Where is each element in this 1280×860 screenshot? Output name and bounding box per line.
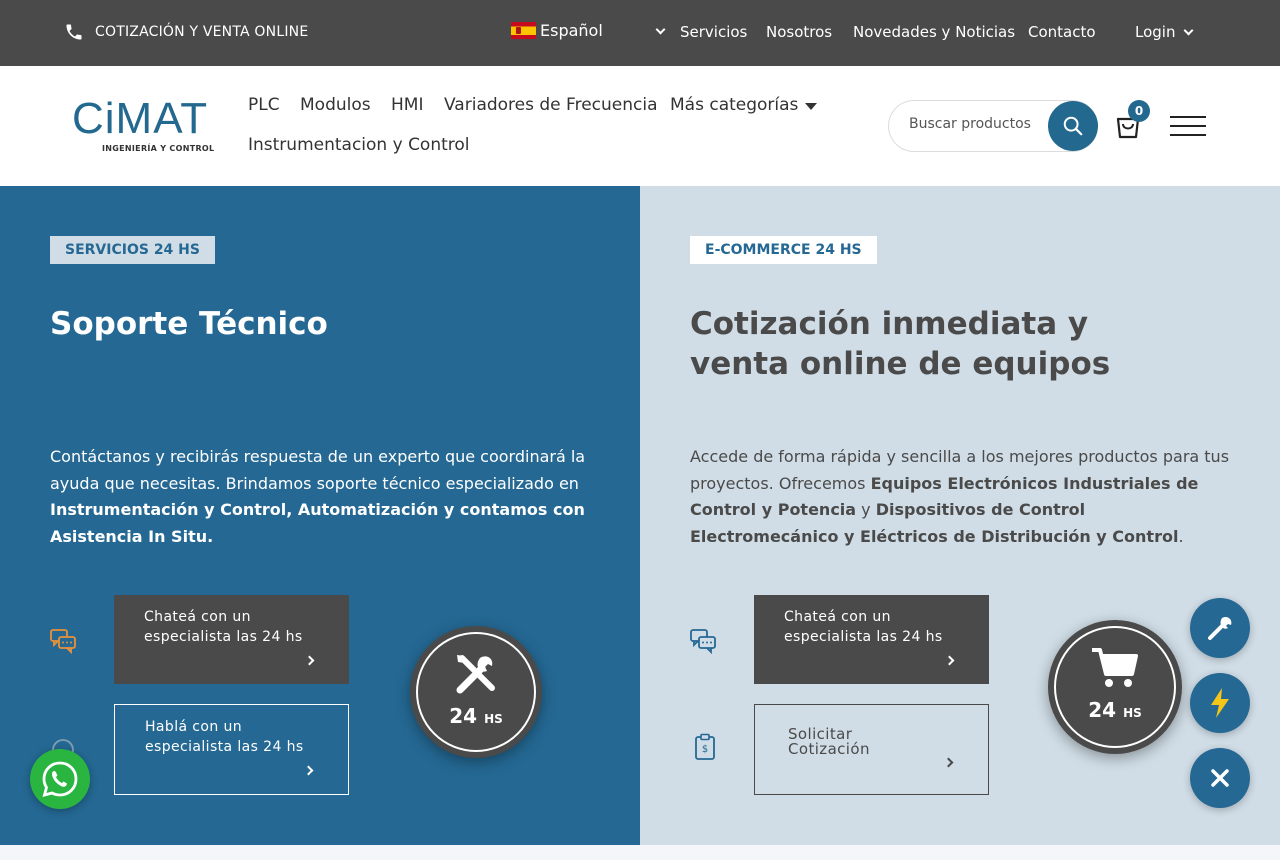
shopping-cart-icon [1092, 648, 1138, 687]
chevron-down-icon[interactable] [655, 24, 666, 35]
call-specialist-button[interactable]: Hablá con un especialista las 24 hs [114, 704, 349, 795]
clock-24hs-badge: 24 HS [410, 626, 542, 758]
login-link[interactable]: Login [1135, 23, 1175, 41]
hamburger-menu-icon[interactable] [1170, 116, 1206, 138]
nav-plc[interactable]: PLC [248, 95, 280, 115]
chat-specialist-button[interactable]: Chateá con un especialista las 24 hs [754, 595, 989, 684]
search-button[interactable] [1048, 101, 1098, 151]
bottom-strip [0, 845, 1280, 860]
svg-text:$: $ [702, 744, 708, 755]
chat-bubbles-icon [690, 629, 716, 654]
search-input[interactable] [909, 116, 1044, 132]
whatsapp-icon [42, 761, 78, 797]
chat-specialist-button[interactable]: Chateá con un especialista las 24 hs [114, 595, 349, 684]
caret-down-icon[interactable] [805, 103, 817, 111]
search-icon [1063, 116, 1083, 136]
language-label: Español [540, 21, 603, 40]
support-fab-button[interactable] [1190, 598, 1250, 658]
close-fab-button[interactable] [1190, 748, 1250, 808]
logo[interactable]: CiMAT INGENIERÍA Y CONTROL [72, 94, 222, 158]
topnav-novedades[interactable]: Novedades y Noticias [853, 23, 1015, 41]
phone-icon [66, 24, 82, 40]
ecommerce-description: Accede de forma rápida y sencilla a los … [690, 447, 1230, 546]
support-description: Contáctanos y recibirás respuesta de un … [50, 447, 586, 546]
login-chevron-icon[interactable] [1183, 25, 1194, 36]
logo-wordmark: CiMAT [72, 94, 209, 143]
topnav-contacto[interactable]: Contacto [1028, 23, 1096, 41]
ecommerce-title: Cotización inmediata y venta online de eq… [690, 306, 1111, 382]
close-icon [1211, 769, 1229, 787]
quick-action-fab-button[interactable] [1190, 673, 1250, 733]
clock-24hs-badge: 24 HS [1048, 620, 1182, 754]
chat-bubbles-icon [50, 629, 76, 654]
spain-flag-icon [511, 22, 536, 39]
clock-label: 24 HS [1088, 698, 1142, 722]
nav-instrumentacion[interactable]: Instrumentacion y Control [248, 135, 470, 155]
top-bar: COTIZACIÓN Y VENTA ONLINE Español Servic… [0, 0, 1280, 66]
tools-icon [456, 655, 495, 694]
topnav-nosotros[interactable]: Nosotros [766, 23, 832, 41]
cart-count-badge: 0 [1128, 100, 1150, 122]
nav-variadores[interactable]: Variadores de Frecuencia [444, 95, 658, 115]
topnav-servicios[interactable]: Servicios [680, 23, 747, 41]
lightning-icon [1211, 688, 1229, 718]
logo-tagline: INGENIERÍA Y CONTROL [102, 144, 215, 153]
ecommerce-tag: E-COMMERCE 24 HS [690, 236, 877, 264]
whatsapp-button[interactable] [30, 749, 90, 809]
ecommerce-panel: E-COMMERCE 24 HS Cotización inmediata yv… [640, 186, 1280, 845]
quote-online-link[interactable]: COTIZACIÓN Y VENTA ONLINE [95, 24, 308, 40]
nav-modulos[interactable]: Modulos [300, 95, 371, 115]
main-header: CiMAT INGENIERÍA Y CONTROL PLC Modulos H… [0, 66, 1280, 186]
clock-label: 24 HS [449, 704, 503, 728]
language-selector[interactable]: Español [511, 21, 603, 40]
support-title: Soporte Técnico [50, 306, 328, 342]
wrench-icon [1208, 616, 1232, 640]
nav-mas-categorias[interactable]: Más categorías [670, 95, 798, 115]
nav-hmi[interactable]: HMI [391, 95, 423, 115]
request-quote-button[interactable]: Solicitar Cotización [754, 704, 989, 795]
support-panel: SERVICIOS 24 HS Soporte Técnico Contácta… [0, 186, 640, 845]
quote-clipboard-icon: $ [695, 733, 715, 760]
services-tag: SERVICIOS 24 HS [50, 236, 215, 264]
